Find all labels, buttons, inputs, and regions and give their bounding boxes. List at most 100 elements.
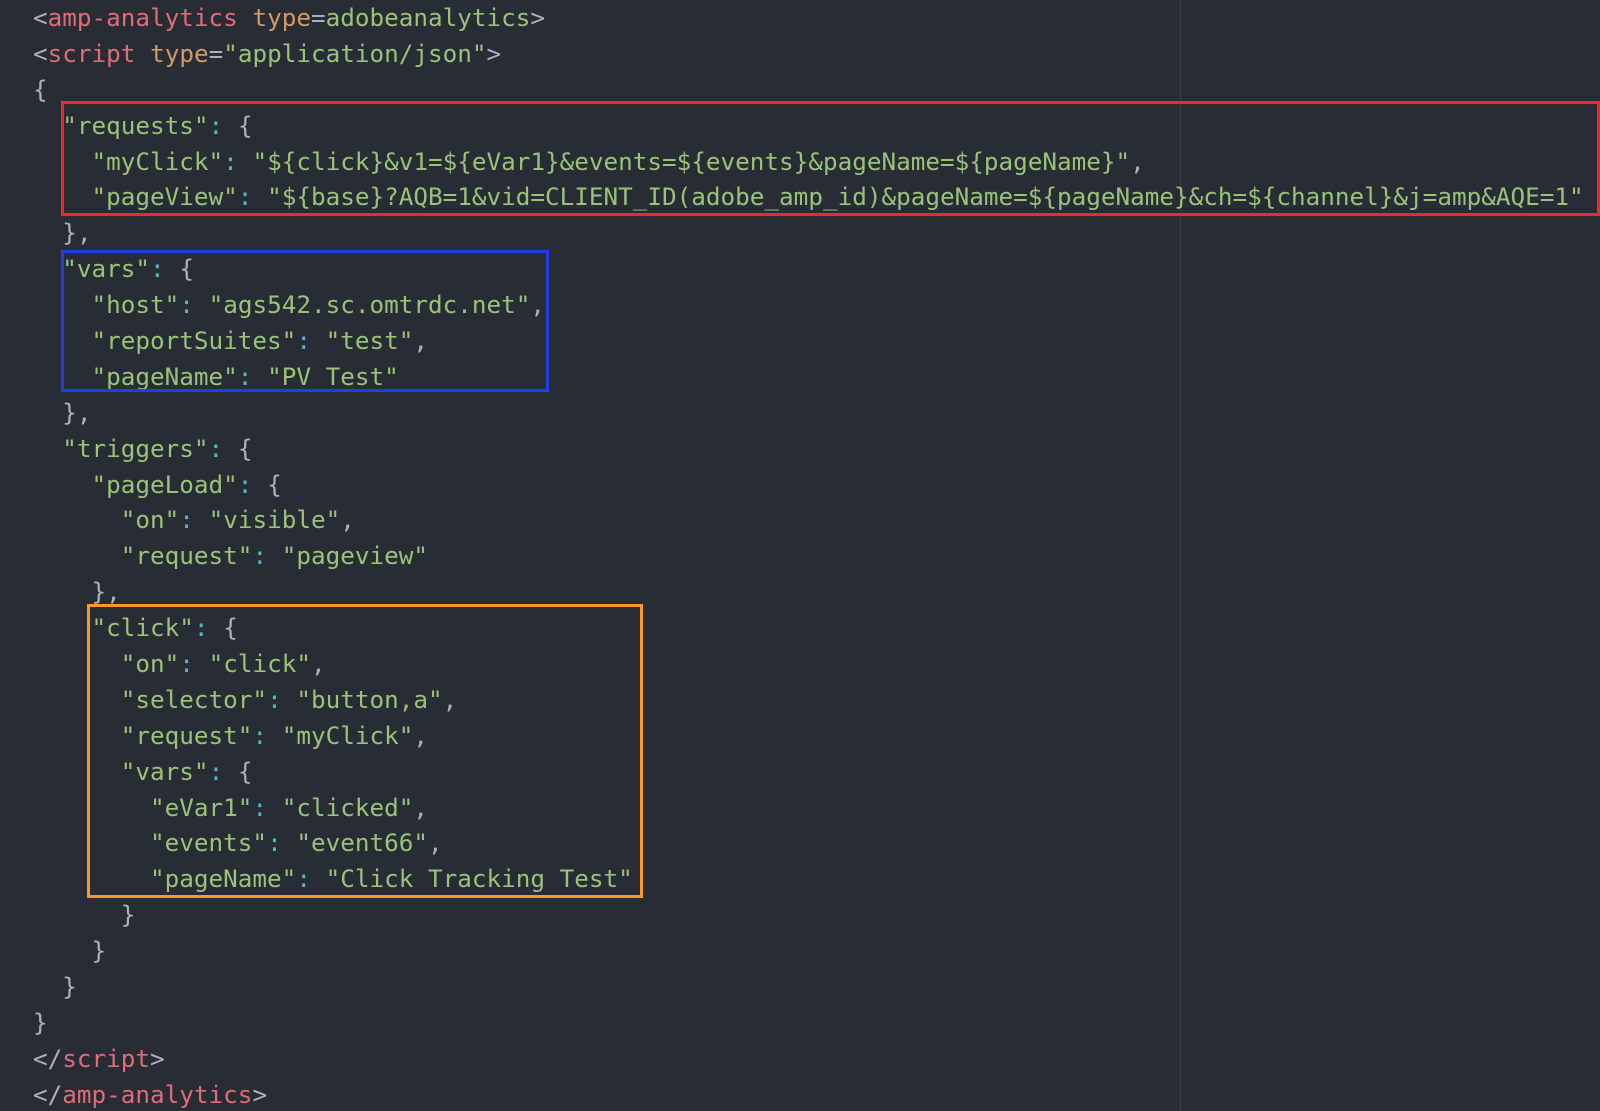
- code-token: {: [33, 74, 48, 104]
- code-line[interactable]: },: [33, 215, 1584, 251]
- code-line[interactable]: <script type="application/json">: [33, 36, 1584, 72]
- code-line[interactable]: }: [33, 1005, 1584, 1041]
- code-token: {: [223, 110, 253, 140]
- code-content[interactable]: <amp-analytics type=adobeanalytics> <scri…: [33, 0, 1584, 1111]
- code-token: "reportSuites": [91, 326, 297, 356]
- code-token: :: [237, 182, 253, 212]
- code-token: "clicked": [281, 792, 414, 822]
- code-token: "requests": [62, 110, 209, 140]
- code-token: "application/json": [223, 38, 487, 68]
- code-token: adobeanalytics: [325, 3, 531, 32]
- code-token: =: [310, 3, 326, 32]
- code-line[interactable]: "selector": "button,a",: [33, 682, 1584, 718]
- code-line[interactable]: "host": "ags542.sc.omtrdc.net",: [33, 287, 1584, 323]
- code-editor[interactable]: <amp-analytics type=adobeanalytics> <scri…: [0, 0, 1600, 1111]
- code-token: :: [296, 326, 311, 356]
- code-token: "test": [325, 326, 414, 356]
- code-token: =: [208, 38, 224, 68]
- code-line[interactable]: "request": "myClick",: [33, 718, 1584, 754]
- code-token: :: [208, 110, 224, 140]
- code-token: :: [252, 720, 268, 750]
- code-token: :: [252, 541, 268, 571]
- code-token: :: [179, 505, 194, 535]
- code-token: :: [193, 613, 209, 643]
- code-line[interactable]: },: [33, 395, 1584, 431]
- code-token: "${base}?AQB=1&vid=CLIENT_ID(adobe_amp_i…: [267, 182, 1584, 212]
- code-line[interactable]: "click": {: [33, 610, 1584, 646]
- code-line[interactable]: }: [33, 933, 1584, 969]
- code-token: "events": [150, 828, 268, 858]
- code-token: :: [267, 828, 282, 858]
- code-line[interactable]: "vars": {: [33, 251, 1584, 287]
- code-line[interactable]: "on": "visible",: [33, 502, 1584, 538]
- code-token: :: [237, 469, 253, 499]
- code-token: {: [164, 254, 194, 284]
- code-line[interactable]: </script>: [33, 1041, 1584, 1077]
- code-token: "Click Tracking Test": [325, 864, 633, 894]
- code-token: ,: [413, 720, 429, 750]
- code-line[interactable]: {: [33, 72, 1584, 108]
- code-token: "myClick": [281, 720, 414, 750]
- code-token: "pageName": [91, 361, 238, 391]
- code-token: "pageName": [150, 864, 297, 894]
- code-line[interactable]: "pageName": "Click Tracking Test": [33, 861, 1584, 897]
- code-token: >: [252, 1079, 268, 1109]
- code-line[interactable]: "pageLoad": {: [33, 467, 1584, 503]
- code-token: "request": [120, 720, 253, 750]
- code-token: ,: [413, 326, 429, 356]
- code-token: "eVar1": [150, 792, 253, 822]
- code-line[interactable]: "eVar1": "clicked",: [33, 790, 1584, 826]
- code-line[interactable]: "request": "pageview": [33, 538, 1584, 574]
- code-token: >: [486, 38, 502, 68]
- code-token: "${click}&v1=${eVar1}&events=${events}&p…: [252, 146, 1131, 176]
- code-token: "on": [120, 649, 180, 679]
- code-token: <: [33, 3, 48, 32]
- code-line[interactable]: },: [33, 574, 1584, 610]
- code-token: ,: [340, 505, 355, 535]
- code-line[interactable]: "reportSuites": "test",: [33, 323, 1584, 359]
- code-line[interactable]: "pageName": "PV Test": [33, 359, 1584, 395]
- code-line[interactable]: <amp-analytics type=adobeanalytics>: [33, 0, 1584, 36]
- code-token: }: [33, 972, 77, 1002]
- code-line[interactable]: "triggers": {: [33, 431, 1584, 467]
- code-line[interactable]: </amp-analytics>: [33, 1077, 1584, 1111]
- code-token: }: [33, 900, 136, 930]
- code-token: "host": [91, 290, 180, 320]
- code-token: "pageView": [91, 182, 238, 212]
- code-line[interactable]: }: [33, 969, 1584, 1005]
- code-token: "triggers": [62, 433, 209, 463]
- code-token: ,: [1130, 146, 1145, 176]
- code-token: "vars": [120, 756, 209, 786]
- code-token: "pageLoad": [91, 469, 238, 499]
- code-token: }: [33, 936, 107, 966]
- code-token: :: [237, 361, 253, 391]
- code-line[interactable]: }: [33, 897, 1584, 933]
- code-token: {: [223, 433, 253, 463]
- code-token: :: [150, 254, 165, 284]
- code-line[interactable]: "pageView": "${base}?AQB=1&vid=CLIENT_ID…: [33, 179, 1584, 215]
- code-token: {: [208, 613, 238, 643]
- code-line[interactable]: "requests": {: [33, 108, 1584, 144]
- code-line[interactable]: "events": "event66",: [33, 825, 1584, 861]
- code-token: type: [150, 38, 209, 68]
- code-line[interactable]: "on": "click",: [33, 646, 1584, 682]
- code-line[interactable]: "myClick": "${click}&v1=${eVar1}&events=…: [33, 144, 1584, 180]
- code-token: {: [223, 756, 253, 786]
- code-line[interactable]: "vars": {: [33, 754, 1584, 790]
- code-token: "event66": [296, 828, 428, 858]
